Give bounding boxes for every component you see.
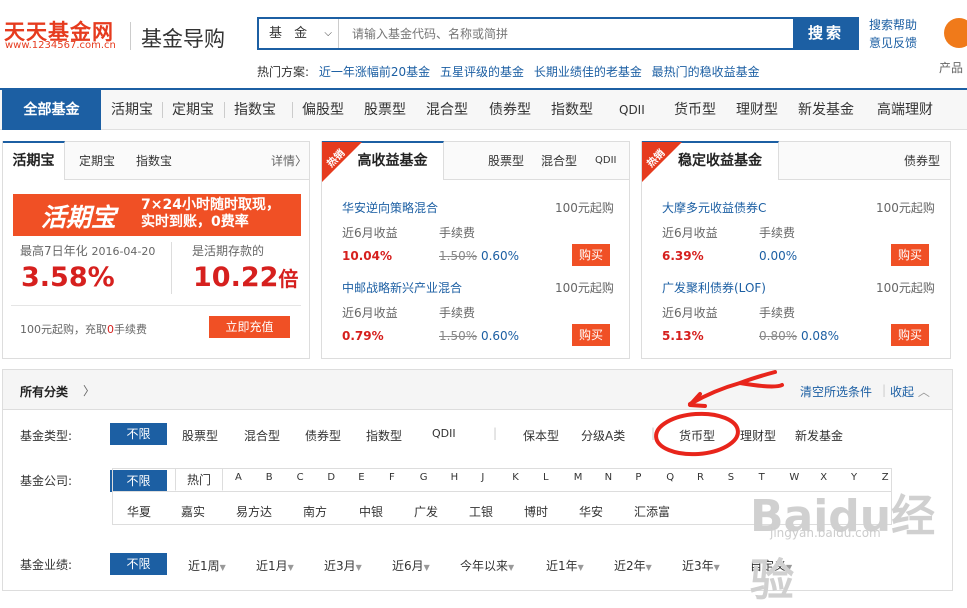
- annotation-circle: [654, 411, 740, 457]
- watermark-logo: Baidu经验: [750, 491, 936, 606]
- watermark-url: jingyan.baidu.com: [770, 526, 881, 540]
- annotation-arrow: [688, 370, 784, 406]
